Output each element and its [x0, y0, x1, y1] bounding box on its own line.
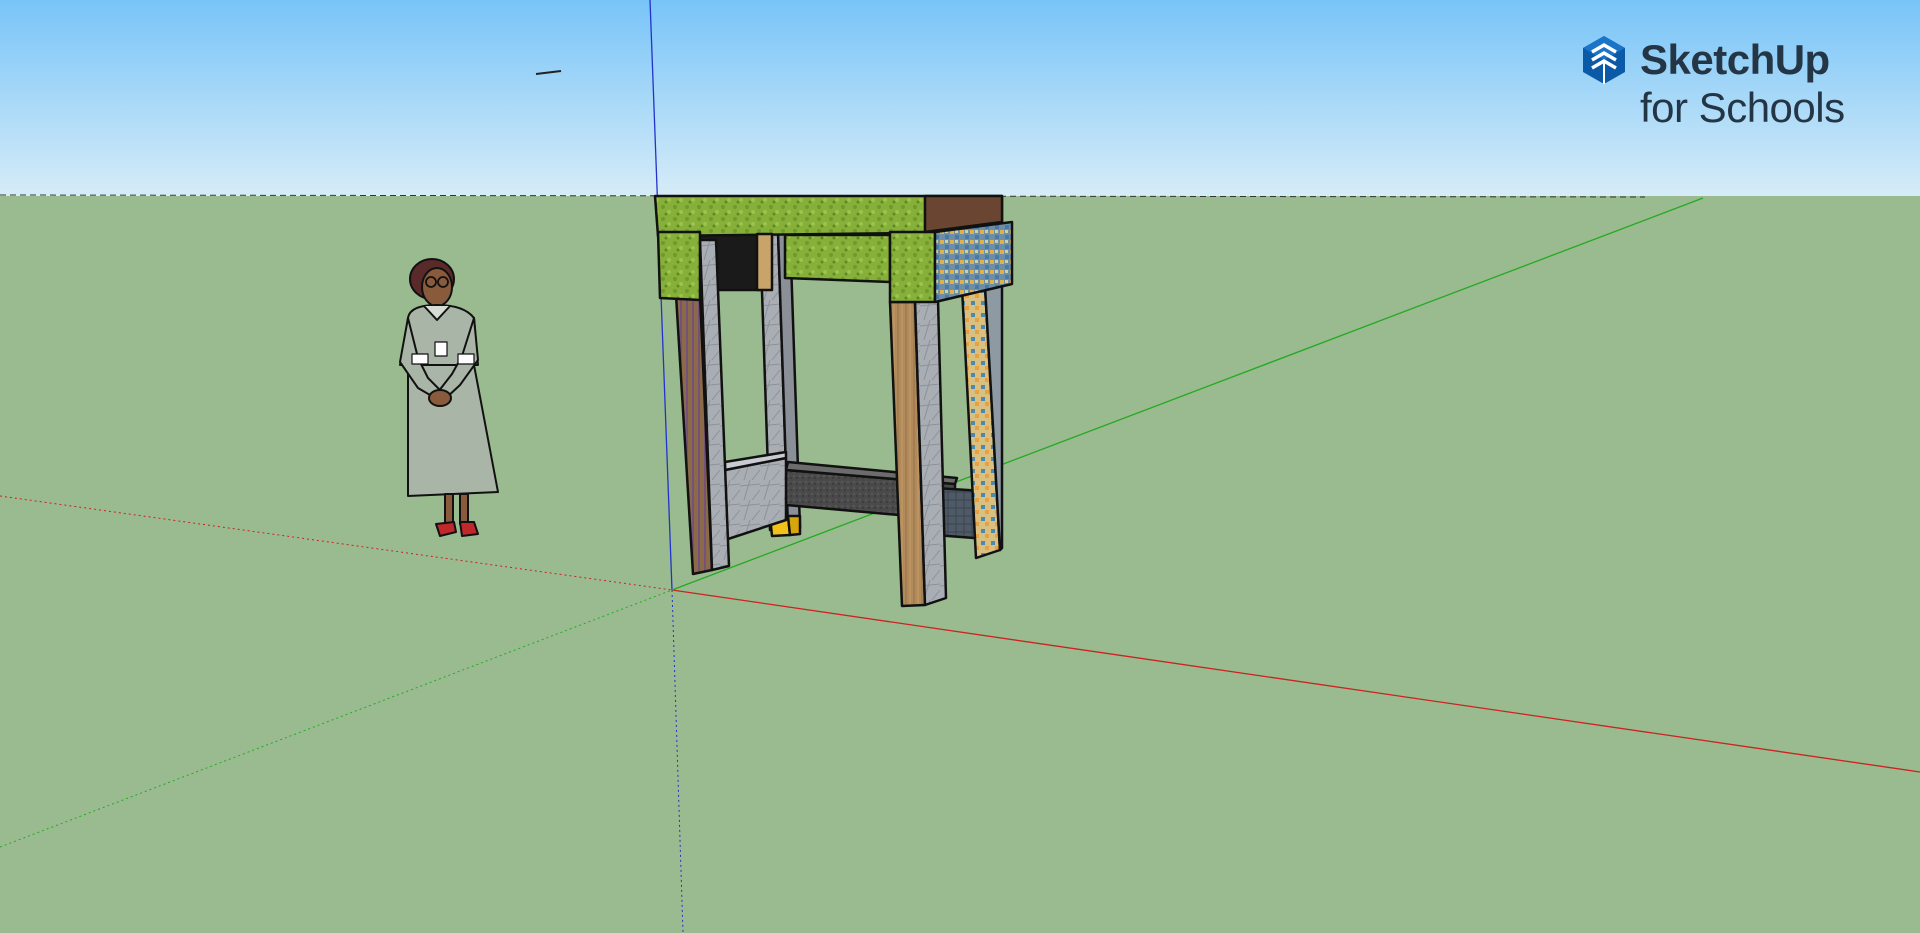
brand-name: SketchUp [1640, 36, 1830, 83]
sketchup-brand-logo: SketchUp for Schools [1580, 34, 1870, 134]
ground [0, 196, 1920, 933]
sketchup-viewport[interactable]: SketchUp for Schools [0, 0, 1920, 933]
3d-scene[interactable] [0, 0, 1920, 933]
sketchup-logo-icon [1583, 36, 1625, 84]
brand-subtitle: for Schools [1640, 84, 1845, 131]
